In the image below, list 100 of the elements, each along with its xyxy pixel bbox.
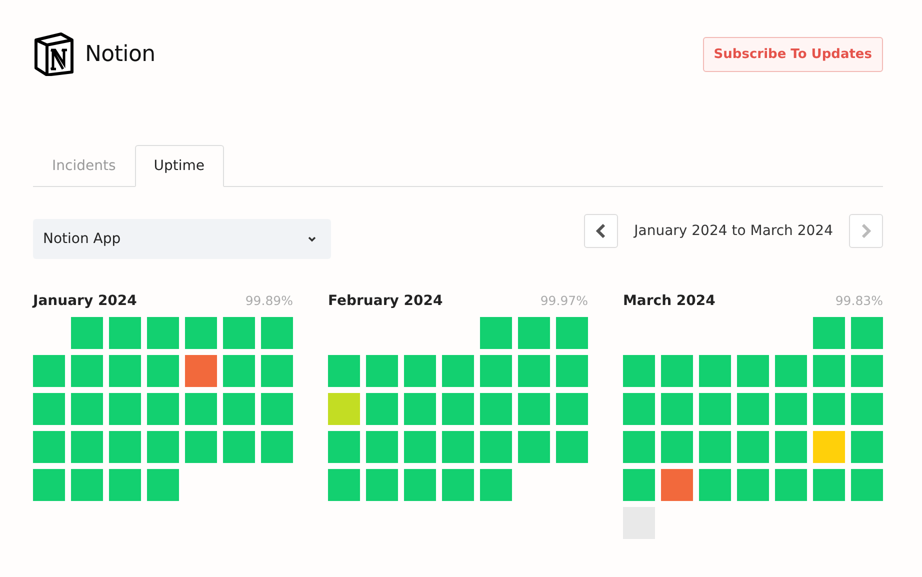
day-square[interactable] <box>71 393 103 425</box>
day-square[interactable] <box>813 393 845 425</box>
day-square[interactable] <box>261 317 293 349</box>
day-square[interactable] <box>366 393 398 425</box>
day-square[interactable] <box>404 431 436 463</box>
day-square[interactable] <box>328 431 360 463</box>
day-square[interactable] <box>185 317 217 349</box>
day-square[interactable] <box>261 431 293 463</box>
day-square[interactable] <box>147 431 179 463</box>
day-square[interactable] <box>661 355 693 387</box>
day-square[interactable] <box>223 431 255 463</box>
day-square[interactable] <box>185 431 217 463</box>
day-square[interactable] <box>556 317 588 349</box>
day-square[interactable] <box>185 393 217 425</box>
day-square[interactable] <box>442 469 474 501</box>
day-square[interactable] <box>813 317 845 349</box>
day-square[interactable] <box>480 469 512 501</box>
day-square[interactable] <box>623 469 655 501</box>
component-select[interactable]: Notion App <box>33 219 331 259</box>
day-square[interactable] <box>623 393 655 425</box>
chevron-left-icon <box>595 224 608 238</box>
day-square[interactable] <box>623 355 655 387</box>
day-square[interactable] <box>442 431 474 463</box>
day-square[interactable] <box>556 355 588 387</box>
day-square[interactable] <box>813 431 845 463</box>
day-square[interactable] <box>71 355 103 387</box>
previous-button[interactable] <box>584 214 618 248</box>
day-square[interactable] <box>109 469 141 501</box>
day-square[interactable] <box>737 355 769 387</box>
day-square[interactable] <box>813 469 845 501</box>
day-square[interactable] <box>556 431 588 463</box>
day-square[interactable] <box>33 393 65 425</box>
day-square[interactable] <box>33 469 65 501</box>
day-square[interactable] <box>661 431 693 463</box>
day-square[interactable] <box>261 393 293 425</box>
day-square[interactable] <box>328 469 360 501</box>
day-square[interactable] <box>480 393 512 425</box>
day-square[interactable] <box>518 393 550 425</box>
day-square[interactable] <box>480 431 512 463</box>
day-square[interactable] <box>480 355 512 387</box>
tab[interactable]: Uptime <box>134 145 224 187</box>
day-square[interactable] <box>442 393 474 425</box>
day-square[interactable] <box>851 317 883 349</box>
day-square[interactable] <box>366 431 398 463</box>
day-square[interactable] <box>71 469 103 501</box>
day-square[interactable] <box>366 469 398 501</box>
day-square[interactable] <box>737 393 769 425</box>
day-square[interactable] <box>699 393 731 425</box>
day-square[interactable] <box>147 393 179 425</box>
day-square[interactable] <box>775 431 807 463</box>
day-square[interactable] <box>480 317 512 349</box>
logo-icon <box>33 32 75 76</box>
day-square[interactable] <box>147 355 179 387</box>
day-square[interactable] <box>223 355 255 387</box>
day-square[interactable] <box>328 393 360 425</box>
day-square[interactable] <box>556 393 588 425</box>
day-square[interactable] <box>404 469 436 501</box>
day-square[interactable] <box>223 317 255 349</box>
day-square[interactable] <box>661 393 693 425</box>
day-square[interactable] <box>518 355 550 387</box>
day-square[interactable] <box>699 431 731 463</box>
day-square[interactable] <box>147 469 179 501</box>
day-square[interactable] <box>699 469 731 501</box>
day-square[interactable] <box>518 431 550 463</box>
day-square[interactable] <box>328 355 360 387</box>
day-square[interactable] <box>223 393 255 425</box>
day-square[interactable] <box>851 393 883 425</box>
day-square[interactable] <box>699 355 731 387</box>
day-square[interactable] <box>442 355 474 387</box>
day-square[interactable] <box>775 393 807 425</box>
day-square[interactable] <box>737 469 769 501</box>
day-square[interactable] <box>737 431 769 463</box>
day-square[interactable] <box>109 317 141 349</box>
day-square[interactable] <box>775 355 807 387</box>
day-square[interactable] <box>109 355 141 387</box>
day-square[interactable] <box>775 469 807 501</box>
day-square[interactable] <box>366 355 398 387</box>
day-square[interactable] <box>518 317 550 349</box>
uptime-percentage: 99.89% <box>245 293 293 308</box>
day-square[interactable] <box>851 355 883 387</box>
day-square[interactable] <box>109 393 141 425</box>
uptime-percentage: 99.83% <box>835 293 883 308</box>
day-square[interactable] <box>33 431 65 463</box>
day-square[interactable] <box>661 469 693 501</box>
day-square[interactable] <box>109 431 141 463</box>
day-square[interactable] <box>851 469 883 501</box>
day-square[interactable] <box>33 355 65 387</box>
day-square[interactable] <box>404 355 436 387</box>
uptime-percentage: 99.97% <box>540 293 588 308</box>
day-square[interactable] <box>185 355 217 387</box>
day-square[interactable] <box>71 317 103 349</box>
day-square[interactable] <box>147 317 179 349</box>
day-square[interactable] <box>813 355 845 387</box>
day-square[interactable] <box>851 431 883 463</box>
month-title: January 2024 <box>33 293 137 309</box>
chevron-right-icon <box>860 224 872 238</box>
day-square[interactable] <box>71 431 103 463</box>
day-square[interactable] <box>623 431 655 463</box>
day-square[interactable] <box>261 355 293 387</box>
day-square[interactable] <box>404 393 436 425</box>
